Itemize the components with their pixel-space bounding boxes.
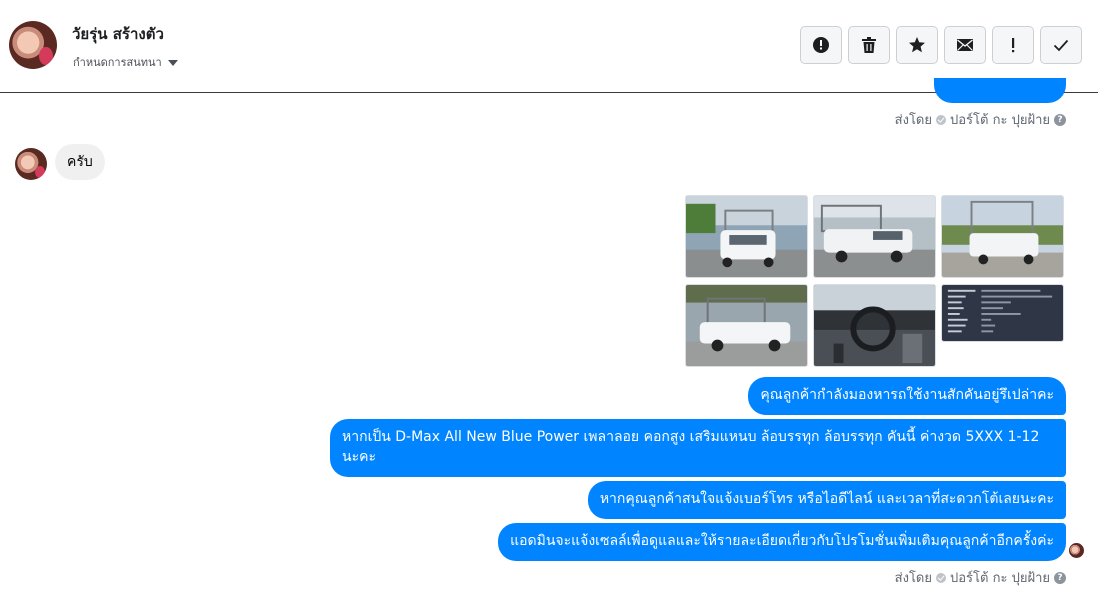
photo-truck-front[interactable] — [685, 195, 808, 278]
sent-by-prefix: ส่งโดย — [894, 113, 932, 128]
mark-done-button[interactable] — [1040, 26, 1082, 64]
photo-truck-interior[interactable] — [813, 284, 936, 367]
sent-message: แอดมินจะแจ้งเซลล์เพื่อดูแลและให้รายละเอี… — [498, 523, 1066, 561]
conversation-settings-dropdown[interactable]: กำหนดการสนทนา — [73, 53, 178, 71]
conversation-settings-label: กำหนดการสนทนา — [73, 56, 162, 69]
received-message: ครับ — [55, 144, 105, 180]
sent-message: หากคุณลูกค้าสนใจแจ้งเบอร์โทร หรือไอดีไลน… — [587, 481, 1066, 519]
caret-down-icon — [167, 59, 178, 66]
sent-by-indicator: ส่งโดย ปอร์โต้ กะ ปุยฝ้าย ? — [895, 109, 1066, 130]
sent-by-agent[interactable]: ปอร์โต้ กะ ปุยฝ้าย — [950, 567, 1050, 588]
photo-truck-side[interactable] — [813, 195, 936, 278]
photo-truck-rear[interactable] — [941, 195, 1064, 278]
sender-avatar[interactable] — [15, 148, 47, 180]
trash-icon — [862, 37, 876, 53]
envelope-icon — [957, 39, 973, 51]
help-icon[interactable]: ? — [1054, 113, 1066, 126]
spam-button[interactable] — [992, 26, 1034, 64]
sent-by-indicator: ส่งโดย ปอร์โต้ กะ ปุยฝ้าย ? — [895, 567, 1066, 588]
check-icon — [936, 572, 946, 583]
sent-message: หากเป็น D-Max All New Blue Power เพลาลอย… — [330, 419, 1066, 477]
seen-indicator-avatar — [1069, 543, 1084, 558]
star-button[interactable] — [896, 26, 938, 64]
mark-unread-button[interactable] — [944, 26, 986, 64]
exclamation-icon — [1012, 38, 1015, 53]
photo-spec-sheet[interactable] — [941, 284, 1064, 342]
contact-name[interactable]: วัยรุ่น สร้างตัว — [72, 22, 164, 46]
delete-button[interactable] — [848, 26, 890, 64]
photo-attachment-grid — [685, 195, 1066, 368]
sent-by-prefix: ส่งโดย — [894, 571, 932, 586]
report-button[interactable] — [800, 26, 842, 64]
check-icon — [936, 114, 946, 125]
alert-circle-icon — [813, 37, 829, 53]
photo-truck-profile[interactable] — [685, 284, 808, 367]
help-icon[interactable]: ? — [1054, 571, 1066, 584]
sent-message: คุณลูกค้ากำลังมองหารถใช้งานสักคันอยู่รึเ… — [748, 377, 1066, 415]
conversation-toolbar — [800, 26, 1082, 64]
previous-sent-bubble — [934, 78, 1066, 103]
check-icon — [1053, 39, 1069, 52]
contact-avatar[interactable] — [9, 21, 57, 69]
star-icon — [909, 37, 925, 53]
sent-by-agent[interactable]: ปอร์โต้ กะ ปุยฝ้าย — [950, 109, 1050, 130]
